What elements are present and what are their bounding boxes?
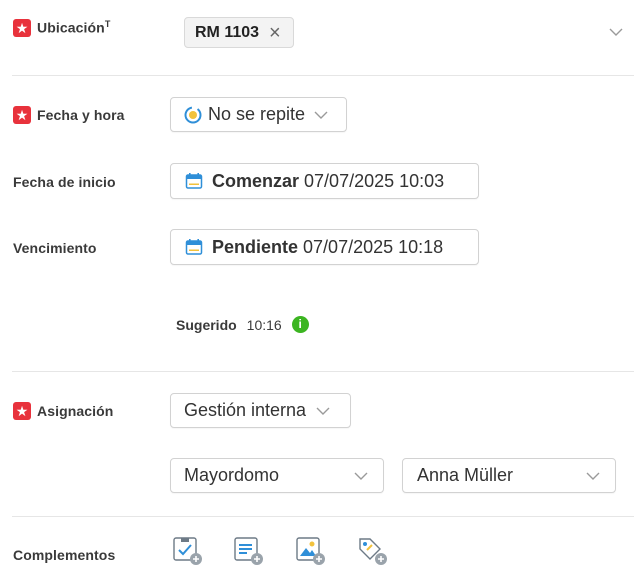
required-icon: ★ — [13, 402, 31, 420]
vencimiento-label: Vencimiento — [13, 240, 97, 256]
add-tag-icon[interactable] — [357, 536, 389, 566]
chevron-down-icon — [314, 111, 328, 119]
required-icon: ★ — [13, 19, 31, 37]
asignacion-label: Asignación — [37, 403, 114, 419]
add-note-icon[interactable] — [233, 536, 265, 566]
suggested-row: Sugerido 10:16 i — [176, 316, 309, 333]
chevron-down-icon — [354, 472, 368, 480]
role-value: Mayordomo — [184, 465, 280, 485]
recurrence-dropdown[interactable]: No se repite — [170, 97, 347, 132]
due-date-value: 07/07/2025 10:18 — [303, 236, 444, 257]
person-value: Anna Müller — [417, 465, 514, 485]
chip-remove-icon[interactable]: × — [269, 23, 281, 43]
chevron-down-icon — [586, 472, 600, 480]
add-checklist-icon[interactable] — [172, 536, 204, 566]
fecha-inicio-label: Fecha de inicio — [13, 174, 116, 190]
due-date-prefix: Pendiente — [212, 236, 299, 257]
info-icon[interactable]: i — [291, 316, 309, 333]
suggested-label: Sugerido — [176, 316, 237, 333]
start-date-value: 07/07/2025 10:03 — [304, 170, 445, 191]
complementos-label: Complementos — [13, 547, 116, 563]
divider — [12, 371, 634, 372]
group-value: Gestión interna — [184, 400, 307, 420]
ubicacion-label: UbicaciónT — [37, 19, 111, 36]
required-icon: ★ — [13, 106, 31, 124]
repeat-icon — [184, 106, 202, 123]
calendar-icon — [185, 173, 203, 189]
group-dropdown[interactable]: Gestión interna — [170, 393, 351, 428]
due-date-field[interactable]: Pendiente 07/07/2025 10:18 — [170, 229, 479, 265]
divider — [12, 75, 634, 76]
divider — [12, 516, 634, 517]
person-dropdown[interactable]: Anna Müller — [402, 458, 616, 493]
role-dropdown[interactable]: Mayordomo — [170, 458, 384, 493]
start-date-field[interactable]: Comenzar 07/07/2025 10:03 — [170, 163, 479, 199]
suggested-time: 10:16 — [246, 316, 282, 333]
start-date-prefix: Comenzar — [212, 170, 300, 191]
add-image-icon[interactable] — [295, 536, 327, 566]
location-chip: RM 1103 × — [184, 17, 294, 48]
calendar-icon — [185, 239, 203, 255]
chevron-down-icon[interactable] — [608, 24, 624, 40]
location-chip-label: RM 1103 — [195, 23, 260, 41]
recurrence-value: No se repite — [208, 104, 306, 124]
fecha-hora-label: Fecha y hora — [37, 107, 125, 123]
chevron-down-icon — [316, 407, 330, 415]
